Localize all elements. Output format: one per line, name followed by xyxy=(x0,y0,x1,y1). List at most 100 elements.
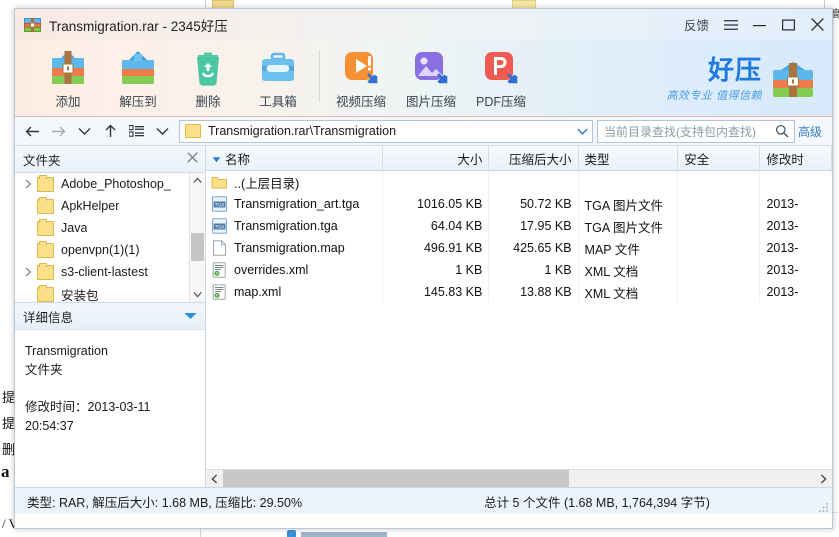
status-archive-info: 类型: RAR, 解压后大小: 1.68 MB, 压缩比: 29.50% xyxy=(27,495,303,510)
background-divider xyxy=(205,0,206,8)
toolbar-button-add[interactable]: 添加 xyxy=(33,40,103,114)
table-row[interactable]: x overrides.xml 1 KB 1 KB XML 文档 2013- xyxy=(206,259,832,281)
file-list-horizontal-scrollbar[interactable] xyxy=(206,469,832,487)
details-name: Transmigration xyxy=(25,344,108,358)
tree-item-label: 安装包 xyxy=(61,288,99,303)
maximize-icon[interactable] xyxy=(774,9,803,40)
column-header-type[interactable]: 类型 xyxy=(579,146,679,170)
column-header-name[interactable]: 名称 xyxy=(206,146,383,170)
toolbar-button-video-compress[interactable]: 视频压缩 xyxy=(326,40,396,114)
folder-tree-scrollbar[interactable] xyxy=(189,173,205,302)
cell-type: TGA 图片文件 xyxy=(579,193,679,215)
address-bar[interactable]: Transmigration.rar\Transmigration xyxy=(179,119,593,143)
folder-icon xyxy=(37,196,54,214)
details-modified: 修改时间：2013-03-11 20:54:37 xyxy=(25,400,151,433)
cell-text: Transmigration_art.tga xyxy=(234,197,360,211)
cell-size: 496.91 KB xyxy=(383,237,490,259)
cell-packed: 50.72 KB xyxy=(489,193,579,215)
window-title: Transmigration.rar - 2345好压 xyxy=(49,18,228,34)
background-icon-dot xyxy=(287,530,296,537)
column-header-size[interactable]: 大小 xyxy=(383,146,490,170)
arrow-left-icon[interactable] xyxy=(19,119,45,143)
haozip-logo-icon xyxy=(770,60,816,102)
tree-item-install-package[interactable]: 安装包 xyxy=(15,283,190,302)
cell-type: XML 文档 xyxy=(579,281,679,303)
file-list-pane: 名称 大小 压缩后大小 类型 安全 修改时 ..(上层目录) TGA Trans… xyxy=(206,146,832,487)
search-input[interactable]: 当前目录查找(支持包内查找) xyxy=(596,119,795,143)
scrollbar-thumb[interactable] xyxy=(191,233,204,261)
column-header-modified[interactable]: 修改时 xyxy=(760,146,832,170)
cell-modified: 2013- xyxy=(766,285,799,299)
chevron-left-icon[interactable] xyxy=(206,470,223,487)
cell-size xyxy=(383,171,490,193)
column-header-security[interactable]: 安全 xyxy=(678,146,761,170)
column-header-label: 安全 xyxy=(684,152,710,167)
close-icon[interactable] xyxy=(803,9,832,40)
tree-item-java[interactable]: Java xyxy=(15,217,190,239)
brand-text: 好压 高效专业 值得信赖 xyxy=(666,58,762,103)
cell-name: Transmigration.map xyxy=(206,237,383,259)
toolbar-button-delete[interactable]: 删除 xyxy=(173,40,243,114)
tree-item-label: ApkHelper xyxy=(61,199,120,213)
brand-tagline: 高效专业 值得信赖 xyxy=(666,90,762,102)
tree-item-adobe-photoshop[interactable]: Adobe_Photoshop_ xyxy=(15,173,190,195)
cell-security xyxy=(678,281,761,303)
scrollbar-thumb[interactable] xyxy=(223,470,569,487)
search-icon[interactable] xyxy=(775,124,789,138)
cell-name: x map.xml xyxy=(206,281,383,303)
svg-text:TGA: TGA xyxy=(214,224,225,230)
file-list-header: 名称 大小 压缩后大小 类型 安全 修改时 xyxy=(206,146,832,171)
table-row[interactable]: TGA Transmigration_art.tga 1016.05 KB 50… xyxy=(206,193,832,215)
chevron-right-icon[interactable] xyxy=(21,173,35,195)
details-panel-header: 详细信息 xyxy=(15,303,205,330)
status-total-info: 总计 5 个文件 (1.68 MB, 1,764,394 字节) xyxy=(484,495,710,510)
chevron-right-icon[interactable] xyxy=(815,470,832,487)
cell-type: MAP 文件 xyxy=(579,237,679,259)
hamburger-menu-icon[interactable] xyxy=(716,9,745,40)
tga-file-icon: TGA xyxy=(211,196,228,212)
toolbar-button-pdf-compress[interactable]: PDF压缩 xyxy=(466,40,536,114)
cell-security xyxy=(678,171,761,193)
details-panel-body: Transmigration 文件夹 修改时间：2013-03-11 20:54… xyxy=(15,330,205,436)
column-header-packed-size[interactable]: 压缩后大小 xyxy=(489,146,579,170)
toolbar-label-extract-to: 解压到 xyxy=(119,95,157,109)
folders-panel-title: 文件夹 xyxy=(23,153,61,168)
folder-icon xyxy=(185,124,201,138)
chevron-up-icon[interactable] xyxy=(190,173,205,188)
list-view-icon[interactable] xyxy=(123,119,149,143)
toolbar-button-toolbox[interactable]: 工具箱 xyxy=(243,40,313,114)
chevron-down-icon[interactable] xyxy=(574,127,592,135)
tree-item-openvpn[interactable]: openvpn(1)(1) xyxy=(15,239,190,261)
folder-tree-items: Adobe_Photoshop_ ApkHelper Java openvpn(… xyxy=(15,173,190,302)
view-chevron-down-icon[interactable] xyxy=(149,119,175,143)
feedback-button[interactable]: 反馈 xyxy=(677,15,716,34)
tree-item-apkhelper[interactable]: ApkHelper xyxy=(15,195,190,217)
toolbar-button-image-compress[interactable]: 图片压缩 xyxy=(396,40,466,114)
minimize-icon[interactable] xyxy=(745,9,774,40)
cell-security xyxy=(678,259,761,281)
close-icon[interactable] xyxy=(187,150,198,168)
cell-security xyxy=(678,193,761,215)
chevron-right-icon[interactable] xyxy=(21,261,35,283)
toolbar-button-extract-to[interactable]: 解压到 xyxy=(103,40,173,114)
scrollbar-track[interactable] xyxy=(223,470,815,487)
table-row[interactable]: Transmigration.map 496.91 KB 425.65 KB M… xyxy=(206,237,832,259)
cell-text: map.xml xyxy=(234,285,282,299)
advanced-search-link[interactable]: 高级 xyxy=(798,123,822,140)
history-chevron-down-icon[interactable] xyxy=(71,119,97,143)
column-header-label: 修改时 xyxy=(766,152,804,167)
table-row[interactable]: x map.xml 145.83 KB 13.88 KB XML 文档 2013… xyxy=(206,281,832,303)
folder-icon xyxy=(37,218,54,236)
cell-security xyxy=(678,215,761,237)
chevron-down-icon[interactable] xyxy=(184,307,197,325)
toolbar-label-toolbox: 工具箱 xyxy=(259,95,297,109)
arrow-up-icon[interactable] xyxy=(97,119,123,143)
cell-packed: 17.95 KB xyxy=(489,215,579,237)
table-row[interactable]: ..(上层目录) xyxy=(206,171,832,193)
tree-item-s3-client-lastest[interactable]: s3-client-lastest xyxy=(15,261,190,283)
resize-grip[interactable] xyxy=(818,500,829,512)
tree-item-label: Java xyxy=(61,221,88,235)
table-row[interactable]: TGA Transmigration.tga 64.04 KB 17.95 KB… xyxy=(206,215,832,237)
main-toolbar: 添加 解压到 删除 工具箱 视频压缩 图片压缩 PDF压缩 好压 高效专业 值得… xyxy=(15,40,832,117)
chevron-down-icon[interactable] xyxy=(190,287,205,302)
